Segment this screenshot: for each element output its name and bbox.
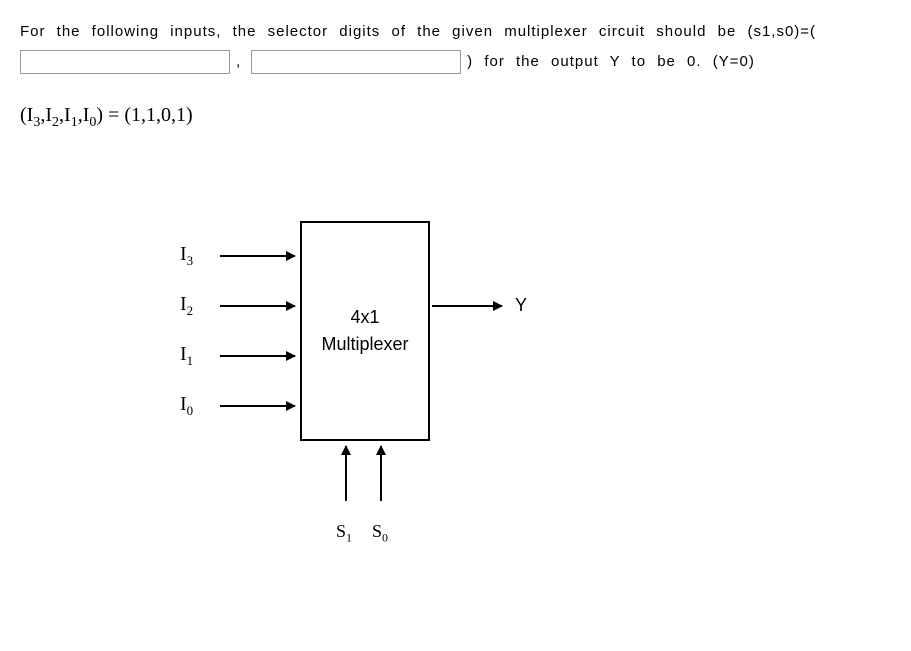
arrow-I3 bbox=[220, 255, 295, 257]
arrow-I0 bbox=[220, 405, 295, 407]
I3-I: I bbox=[180, 243, 187, 265]
S0-sub: 0 bbox=[382, 531, 388, 545]
question-part1: For the following inputs, the selector d… bbox=[20, 20, 816, 44]
label-S0: S0 bbox=[372, 521, 388, 546]
eq-lparen: ( bbox=[20, 104, 27, 126]
eq-I2: I bbox=[45, 104, 52, 126]
eq-sub2: 2 bbox=[52, 115, 59, 130]
question-text: For the following inputs, the selector d… bbox=[20, 20, 891, 74]
eq-I1: I bbox=[64, 104, 71, 126]
eq-rhs: (1,1,0,1) bbox=[124, 104, 192, 126]
mux-box: 4x1 Multiplexer bbox=[300, 221, 430, 441]
label-I2: I2 bbox=[180, 293, 193, 319]
eq-equals: = bbox=[103, 104, 124, 126]
I0-I: I bbox=[180, 393, 187, 415]
arrow-Y bbox=[432, 305, 502, 307]
I0-sub: 0 bbox=[187, 403, 194, 418]
label-Y: Y bbox=[515, 295, 527, 316]
label-S1: S1 bbox=[336, 521, 352, 546]
answer-s0-input[interactable] bbox=[251, 50, 461, 74]
S0-S: S bbox=[372, 521, 382, 541]
I3-sub: 3 bbox=[187, 253, 194, 268]
S1-sub: 1 bbox=[346, 531, 352, 545]
eq-sub1: 1 bbox=[71, 115, 78, 130]
answer-s1-input[interactable] bbox=[20, 50, 230, 74]
arrow-I1 bbox=[220, 355, 295, 357]
arrow-S1 bbox=[345, 446, 347, 501]
label-I1: I1 bbox=[180, 343, 193, 369]
mux-line1: 4x1 bbox=[350, 307, 379, 328]
question-part2: ) for the output Y to be 0. (Y=0) bbox=[467, 50, 755, 74]
label-I0: I0 bbox=[180, 393, 193, 419]
arrow-I2 bbox=[220, 305, 295, 307]
I1-sub: 1 bbox=[187, 353, 194, 368]
label-I3: I3 bbox=[180, 243, 193, 269]
comma-separator: , bbox=[236, 50, 241, 74]
arrow-S0 bbox=[380, 446, 382, 501]
I2-I: I bbox=[180, 293, 187, 315]
I1-I: I bbox=[180, 343, 187, 365]
mux-line2: Multiplexer bbox=[321, 334, 408, 355]
S1-S: S bbox=[336, 521, 346, 541]
I2-sub: 2 bbox=[187, 303, 194, 318]
multiplexer-diagram: I3 I2 I1 I0 4x1 Multiplexer Y S1 S0 bbox=[180, 221, 680, 581]
input-equation: (I3,I2,I1,I0) = (1,1,0,1) bbox=[20, 104, 891, 131]
